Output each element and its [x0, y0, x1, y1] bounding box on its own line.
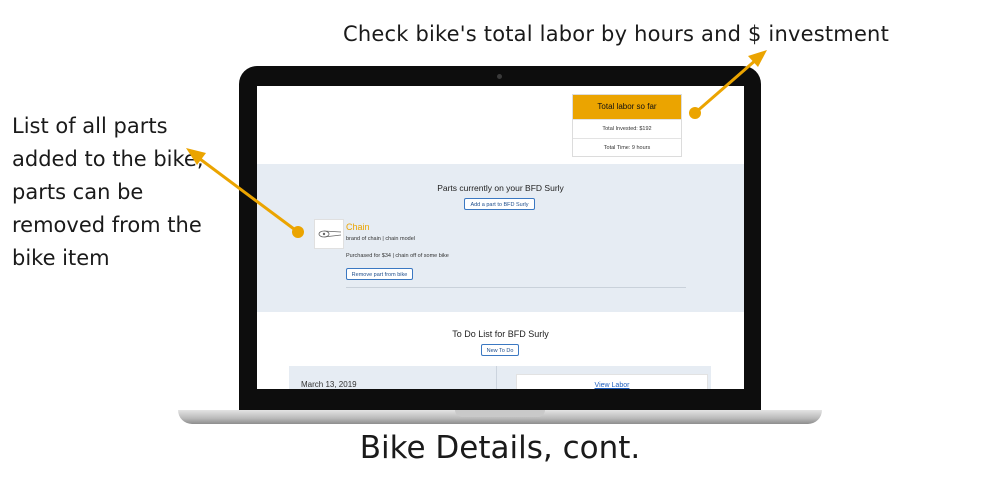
- annotation-arrows: [186, 50, 767, 238]
- arrow-labor-dot: [689, 107, 701, 119]
- arrow-parts-line: [195, 154, 299, 234]
- arrow-labor-line: [694, 57, 758, 115]
- slide-caption: Bike Details, cont.: [359, 430, 641, 466]
- arrow-parts-dot: [292, 226, 304, 238]
